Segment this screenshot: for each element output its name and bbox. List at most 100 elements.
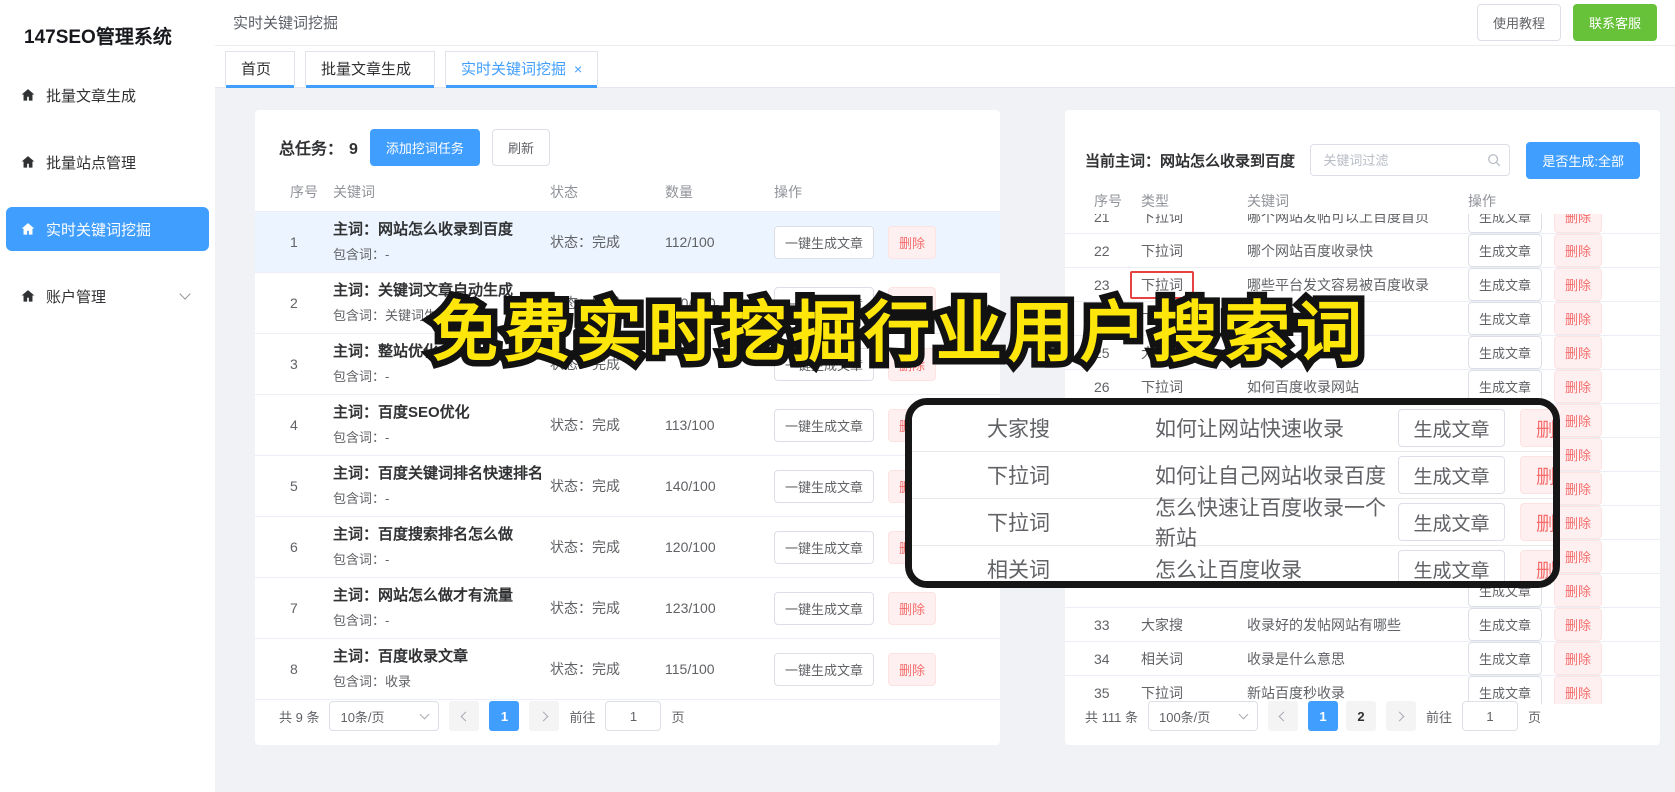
delete-button[interactable]: 删除 <box>1554 472 1603 505</box>
column-header-type: 类型 <box>1141 193 1169 209</box>
refresh-button[interactable]: 刷新 <box>491 128 550 166</box>
generate-article-button[interactable]: 一键生成文章 <box>774 408 875 442</box>
delete-button[interactable]: 删除 <box>1554 438 1603 471</box>
delete-button[interactable]: 删除 <box>1554 234 1603 267</box>
keyword-type: 下拉词 <box>1141 214 1183 225</box>
goto-page-input[interactable] <box>1462 701 1518 731</box>
callout-row: 下拉词 怎么快速让百度收录一个新站 生成文章 删除 <box>912 497 1553 550</box>
delete-button[interactable]: 删除 <box>888 652 937 686</box>
task-status: 状态：完成 <box>550 356 620 372</box>
contact-support-button[interactable]: 联系客服 <box>1572 4 1657 41</box>
delete-button[interactable]: 删除 <box>1554 404 1603 437</box>
tab[interactable]: 批量文章生成 <box>305 51 436 89</box>
sidebar-item-label: 实时关键词挖掘 <box>46 221 152 239</box>
generate-article-button[interactable]: 生成文章 <box>1468 234 1543 267</box>
tab[interactable]: 实时关键词挖掘 × <box>445 51 599 89</box>
page-size-select[interactable]: 100条/页 <box>1147 701 1258 731</box>
delete-button[interactable]: 删除 <box>1554 642 1603 675</box>
tasks-pagination: 共 9 条 10条/页 1 前往 页 <box>279 701 685 731</box>
generate-article-button[interactable]: 一键生成文章 <box>774 469 875 503</box>
delete-button[interactable]: 删除 <box>1520 456 1553 494</box>
delete-button[interactable]: 删除 <box>888 286 937 320</box>
add-mining-task-button[interactable]: 添加挖词任务 <box>369 128 480 166</box>
generate-article-button[interactable]: 一键生成文章 <box>774 530 875 564</box>
row-index: 2 <box>290 295 298 311</box>
delete-button[interactable]: 删除 <box>1554 676 1603 704</box>
delete-button[interactable]: 删除 <box>1554 214 1603 233</box>
page-number-button[interactable]: 1 <box>489 701 520 731</box>
generate-article-button[interactable]: 一键生成文章 <box>774 225 875 259</box>
generate-article-button[interactable]: 生成文章 <box>1398 503 1505 541</box>
sidebar-item[interactable]: 批量站点管理 <box>6 140 209 184</box>
keyword-type: 下拉词 <box>987 465 1050 488</box>
delete-button[interactable]: 删除 <box>1554 608 1603 641</box>
topbar-actions: 使用教程 联系客服 <box>1476 4 1657 41</box>
keywords-table-header: 序号 类型 关键词 操作 <box>1085 188 1640 214</box>
task-status: 状态：完成 <box>550 295 620 311</box>
sidebar-item[interactable]: 账户管理 <box>6 274 209 318</box>
task-included-words: 包含词：- <box>333 247 390 262</box>
tasks-table-header: 序号 关键词 状态 数量 操作 <box>255 172 1000 212</box>
tab[interactable]: 首页 <box>225 51 296 89</box>
goto-page-input[interactable] <box>605 701 662 731</box>
keyword-text: 怎么让百度收录 <box>1155 559 1302 582</box>
delete-button[interactable]: 删除 <box>1520 503 1553 541</box>
generate-article-button[interactable]: 一键生成文章 <box>774 652 875 686</box>
sidebar-item[interactable]: 实时关键词挖掘 <box>6 207 209 251</box>
delete-button[interactable]: 删除 <box>1554 574 1603 607</box>
delete-button[interactable]: 删除 <box>1554 268 1603 301</box>
generate-filter-button[interactable]: 是否生成:全部 <box>1526 141 1640 179</box>
page-size-select[interactable]: 10条/页 <box>329 701 440 731</box>
row-index: 33 <box>1094 616 1110 633</box>
delete-button[interactable]: 删除 <box>1554 302 1603 335</box>
page-number-button[interactable]: 1 <box>1307 701 1338 731</box>
total-count-label: 共 9 条 <box>279 709 320 725</box>
keyword-type: 下拉词 <box>987 512 1050 535</box>
delete-button[interactable]: 删除 <box>888 225 937 259</box>
delete-button[interactable]: 删除 <box>1554 506 1603 539</box>
page-number-button[interactable]: 2 <box>1345 701 1376 731</box>
total-count-label: 共 111 条 <box>1085 709 1138 725</box>
prev-page-button[interactable] <box>1267 701 1298 731</box>
generate-article-button[interactable]: 一键生成文章 <box>774 286 875 320</box>
keyword-text: 如何让网站快速收录 <box>1155 418 1344 441</box>
generate-article-button[interactable]: 生成文章 <box>1468 642 1543 675</box>
task-main-keyword: 主词：百度SEO优化 <box>333 404 470 421</box>
delete-button[interactable]: 删除 <box>888 591 937 625</box>
generate-article-button[interactable]: 生成文章 <box>1468 302 1543 335</box>
sidebar-item[interactable]: 批量文章生成 <box>6 73 209 117</box>
sidebar-item-label: 批量文章生成 <box>46 87 137 105</box>
keywords-pagination: 共 111 条 100条/页 1 2 前往 页 <box>1085 701 1541 731</box>
generate-article-button[interactable]: 生成文章 <box>1468 608 1543 641</box>
help-button[interactable]: 使用教程 <box>1476 4 1561 41</box>
delete-button[interactable]: 删除 <box>1520 409 1553 447</box>
close-icon[interactable]: × <box>574 61 582 77</box>
keyword-filter <box>1310 144 1511 176</box>
delete-button[interactable]: 删除 <box>1554 370 1603 403</box>
generate-article-button[interactable]: 一键生成文章 <box>774 591 875 625</box>
generate-article-button[interactable]: 一键生成文章 <box>774 347 875 381</box>
delete-button[interactable]: 删除 <box>888 347 937 381</box>
prev-page-button[interactable] <box>449 701 480 731</box>
zoom-callout-box: 大家搜 如何让网站快速收录 生成文章 删除 下拉词 如何让自己网站收录百度 生成… <box>905 398 1560 588</box>
generate-article-button[interactable]: 生成文章 <box>1398 456 1505 494</box>
generate-article-button[interactable]: 生成文章 <box>1468 214 1543 233</box>
task-count: 113/100 <box>665 417 715 433</box>
generate-article-button[interactable]: 生成文章 <box>1468 336 1543 369</box>
task-main-keyword: 主词：百度收录文章 <box>333 648 469 665</box>
keyword-filter-input[interactable] <box>1310 144 1511 176</box>
next-page-button[interactable] <box>1385 701 1416 731</box>
table-row: 22 下拉词 哪个网站百度收录快 生成文章 删除 <box>1065 234 1660 268</box>
generate-article-button[interactable]: 生成文章 <box>1468 676 1543 704</box>
topbar: 实时关键词挖掘 使用教程 联系客服 <box>215 0 1675 46</box>
delete-button[interactable]: 删除 <box>1554 540 1603 573</box>
delete-button[interactable]: 删除 <box>1554 336 1603 369</box>
generate-article-button[interactable]: 生成文章 <box>1468 268 1543 301</box>
generate-article-button[interactable]: 生成文章 <box>1398 409 1505 447</box>
table-row: 24 下拉词 生成文章 删除 <box>1065 302 1660 336</box>
generate-article-button[interactable]: 生成文章 <box>1398 550 1505 581</box>
row-index: 6 <box>290 539 298 555</box>
chevron-down-icon <box>1238 709 1249 720</box>
table-row: 1 主词：网站怎么收录到百度 包含词：- 状态：完成 112/100 一键生成文… <box>255 212 1000 273</box>
next-page-button[interactable] <box>529 701 560 731</box>
